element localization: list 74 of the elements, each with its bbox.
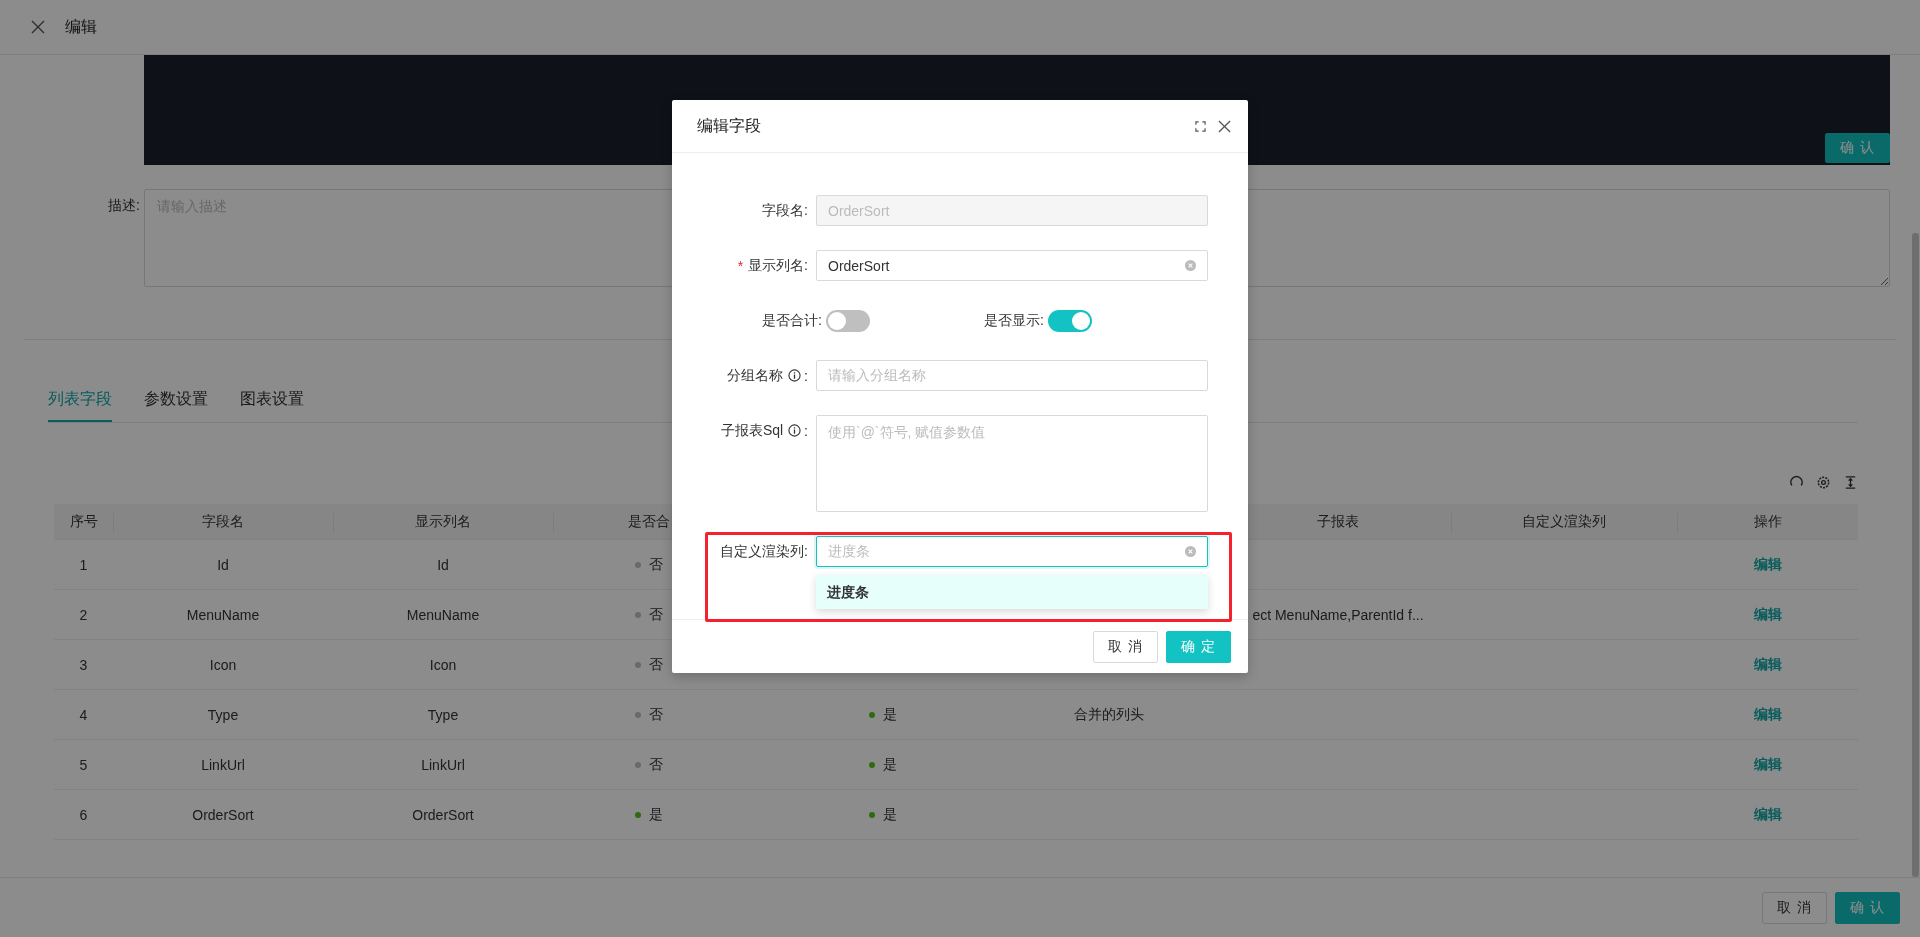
table-cell: Icon: [209, 656, 237, 673]
cancel-button[interactable]: 取 消: [1093, 630, 1159, 663]
field-label: 自定义渲染列:: [720, 542, 808, 561]
fullscreen-icon[interactable]: [1195, 120, 1206, 132]
edit-link[interactable]: 编辑: [1753, 555, 1782, 572]
status-text: 是: [883, 706, 897, 724]
field-label: 是否显示:: [984, 311, 1044, 330]
edit-link[interactable]: 编辑: [1753, 605, 1782, 622]
status-text: 是: [649, 806, 663, 824]
status-text: 否: [649, 556, 663, 574]
table-cell: Id: [437, 556, 449, 573]
toggle-switch[interactable]: [826, 309, 870, 332]
column-header: 字段名: [113, 512, 333, 531]
table-cell: Icon: [429, 656, 457, 673]
label-colon: :: [804, 367, 808, 384]
page-title: 编辑: [65, 16, 97, 37]
settings-icon[interactable]: [1816, 474, 1831, 490]
column-header: 序号: [68, 512, 99, 531]
sql-field[interactable]: 使用`@`符号, 赋值参数值: [816, 415, 1208, 512]
tab[interactable]: 图表设置: [240, 387, 304, 422]
column-header: 自定义渲染列: [1451, 512, 1677, 531]
tab[interactable]: 列表字段: [48, 387, 112, 422]
table-cell: LinkUrl: [201, 756, 245, 773]
dialog-title: 编辑字段: [697, 115, 762, 136]
select-field[interactable]: 进度条: [816, 536, 1208, 567]
field-label: 子报表Sql: [720, 421, 784, 440]
table-cell: Id: [217, 556, 229, 573]
edit-link[interactable]: 编辑: [1753, 705, 1782, 722]
confirm-button[interactable]: 确 认: [1835, 891, 1900, 924]
description-label: 描述:: [107, 196, 141, 215]
field-label: 分组名称: [727, 366, 784, 385]
status-text: 否: [649, 606, 663, 624]
row-number: 4: [79, 706, 88, 723]
edit-link[interactable]: 编辑: [1753, 655, 1782, 672]
field-label: 是否合计:: [762, 311, 822, 330]
edit-link[interactable]: 编辑: [1753, 755, 1782, 772]
row-number: 1: [79, 556, 88, 573]
table-cell: ect MenuName,ParentId f...: [1252, 606, 1424, 623]
input-field[interactable]: OrderSort: [816, 250, 1208, 281]
status-text: 否: [649, 706, 663, 724]
column-header: 操作: [1677, 512, 1858, 531]
close-icon[interactable]: [31, 20, 45, 34]
table-cell: 合并的列头: [1074, 705, 1144, 722]
table-cell: MenuName: [186, 606, 260, 623]
field-label: 显示列名:: [748, 256, 808, 275]
row-number: 6: [79, 806, 88, 823]
table-cell: OrderSort: [192, 806, 254, 823]
cancel-button[interactable]: 取 消: [1762, 891, 1828, 924]
table-cell: MenuName: [406, 606, 480, 623]
column-header: 显示列名: [333, 512, 553, 531]
field-label: 字段名:: [762, 201, 808, 220]
table-cell: Type: [427, 706, 459, 723]
confirm-button[interactable]: 确 认: [1825, 133, 1890, 163]
required-mark: *: [737, 257, 744, 274]
status-text: 是: [883, 806, 897, 824]
status-text: 否: [649, 656, 663, 674]
column-height-icon[interactable]: [1843, 474, 1858, 490]
label-colon: :: [804, 422, 808, 439]
table-cell: LinkUrl: [421, 756, 465, 773]
confirm-button[interactable]: 确 定: [1166, 630, 1231, 663]
status-text: 是: [883, 756, 897, 774]
row-number: 5: [79, 756, 88, 773]
dropdown-option[interactable]: 进度条: [816, 575, 1208, 609]
close-icon[interactable]: [1218, 119, 1231, 133]
row-number: 3: [79, 656, 88, 673]
toggle-switch[interactable]: [1047, 309, 1092, 332]
table-cell: OrderSort: [412, 806, 474, 823]
input-field[interactable]: 请输入分组名称: [816, 360, 1208, 391]
table-cell: Type: [207, 706, 239, 723]
scrollbar[interactable]: [1912, 233, 1919, 877]
row-number: 2: [79, 606, 88, 623]
tab[interactable]: 参数设置: [144, 387, 208, 422]
edit-link[interactable]: 编辑: [1753, 805, 1782, 822]
status-text: 否: [649, 756, 663, 774]
